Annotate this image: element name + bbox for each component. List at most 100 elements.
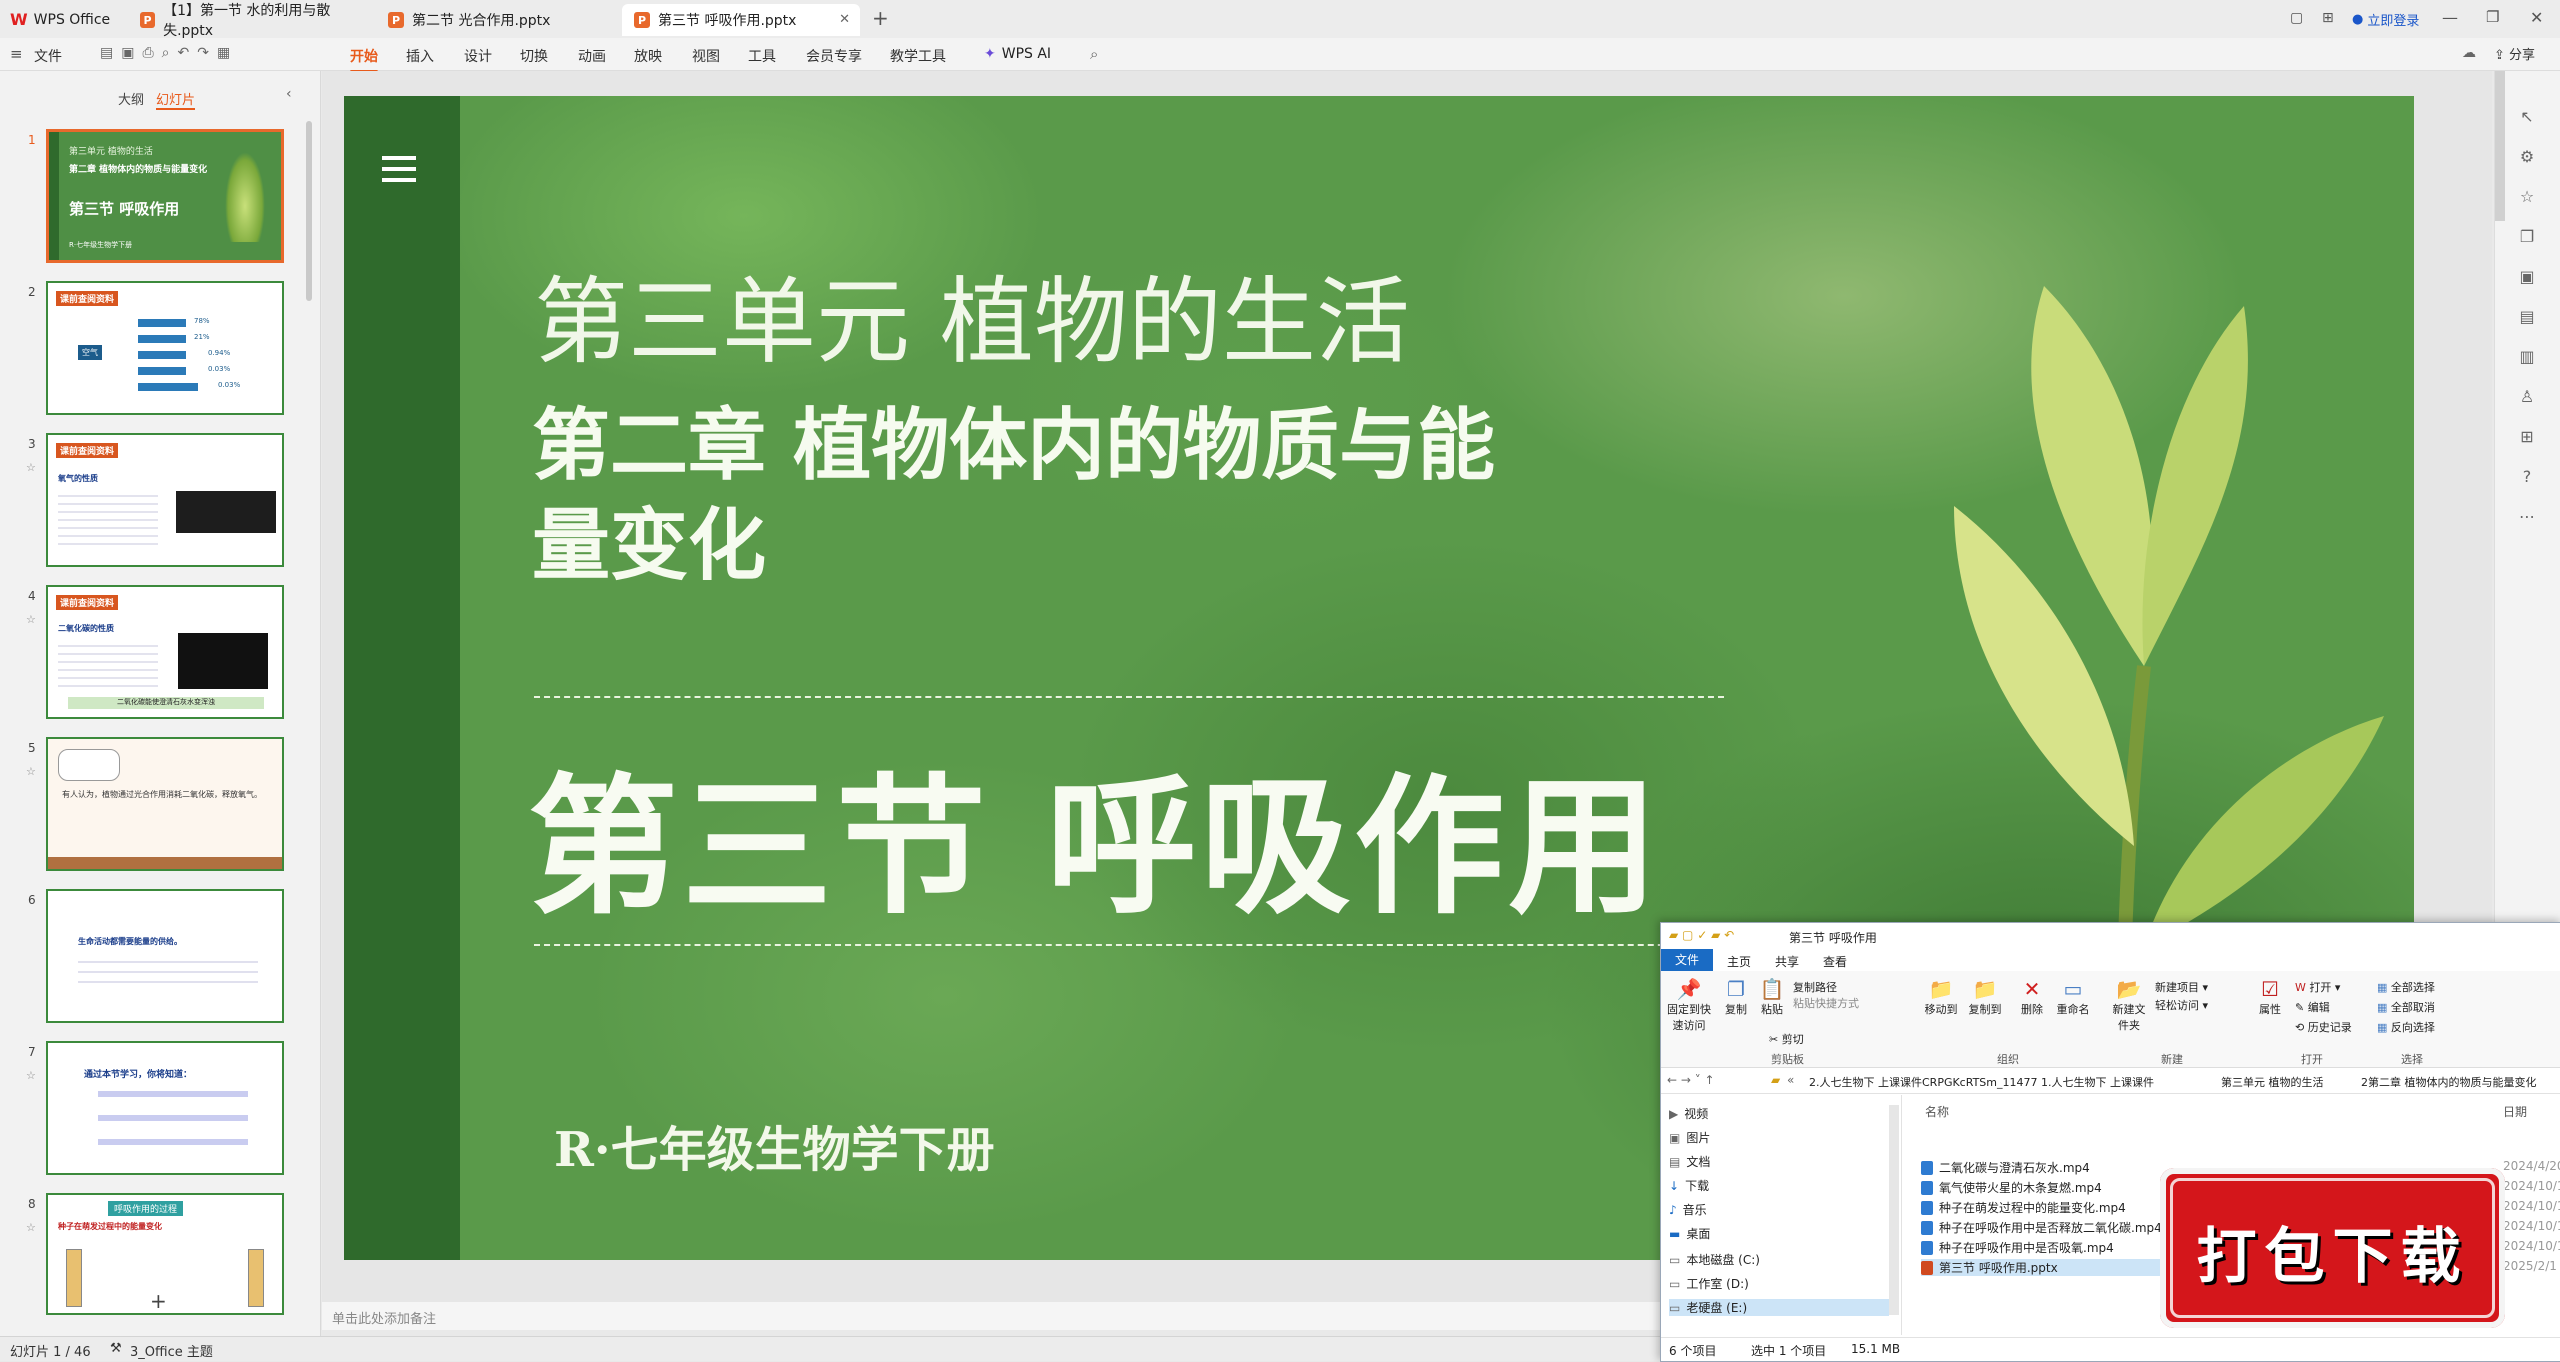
select-all-button[interactable]: ▦ 全部选择 <box>2377 979 2435 995</box>
quick-access-icons[interactable]: ▤▣⎙⌕↶↷▦ <box>100 45 238 61</box>
tab-doc-3[interactable]: P 第三节 呼吸作用.pptx ✕ <box>622 4 860 36</box>
ribbon-tab-home[interactable]: 主页 <box>1727 953 1751 970</box>
slide-thumb-6[interactable]: 生命活动都需要能量的供给。 <box>46 889 284 1023</box>
tab-view[interactable]: 视图 <box>692 46 720 66</box>
slide-thumb-2[interactable]: 课前查阅资料 空气 78% 21% 0.94% 0.03% 0.03% <box>46 281 284 415</box>
file-row[interactable]: 种子在呼吸作用中是否吸氧.mp4 <box>1921 1239 2114 1256</box>
add-slide-button[interactable]: + <box>150 1289 167 1313</box>
cut-button[interactable]: ✂ 剪切 <box>1769 1031 1804 1047</box>
theme-name[interactable]: 3_Office 主题 <box>130 1341 213 1360</box>
slide-thumb-5[interactable]: 有人认为，植物通过光合作用消耗二氧化碳，释放氧气。 <box>46 737 284 871</box>
breadcrumb-1[interactable]: 2.人七生物下 上课课件CRPGKcRTSm_11477 <box>1809 1074 2038 1090</box>
nav-drive-d[interactable]: ▭ 工作室 (D:) <box>1669 1275 1749 1292</box>
copy-button[interactable]: ❐ 复制 <box>1721 977 1751 1017</box>
nav-arrows-icon[interactable]: ← → ˅ ↑ <box>1667 1073 1715 1087</box>
star-icon[interactable]: ☆ <box>26 765 36 778</box>
paste-shortcut-button[interactable]: 粘贴快捷方式 <box>1793 995 1859 1011</box>
file-row[interactable]: 氧气使带火星的木条复燃.mp4 <box>1921 1179 2102 1196</box>
easy-access-button[interactable]: 轻松访问 ▾ <box>2155 997 2208 1013</box>
star-icon[interactable]: ☆ <box>26 1221 36 1234</box>
slide-thumb-3[interactable]: 课前查阅资料 氧气的性质 <box>46 433 284 567</box>
star-icon[interactable]: ☆ <box>2517 187 2537 207</box>
tab-doc-1[interactable]: P 【1】第一节 水的利用与散失.pptx <box>128 3 368 39</box>
tab-transition[interactable]: 切换 <box>520 46 548 66</box>
download-badge[interactable]: 打包下载 <box>2160 1168 2505 1328</box>
tab-design[interactable]: 设计 <box>464 46 492 66</box>
breadcrumb-4[interactable]: 2第二章 植物体内的物质与能量变化 <box>2361 1074 2537 1090</box>
copy-to-button[interactable]: 📁 复制到 <box>1965 977 2005 1017</box>
copy-path-button[interactable]: 复制路径 <box>1793 979 1837 995</box>
tab-outline[interactable]: 大纲 <box>118 89 144 108</box>
tab-slideshow[interactable]: 放映 <box>634 46 662 66</box>
col-date-header[interactable]: 日期 <box>2503 1103 2527 1120</box>
col-name-header[interactable]: 名称 <box>1925 1103 1949 1120</box>
open-button[interactable]: W 打开 ▾ <box>2295 979 2340 995</box>
rename-button[interactable]: ▭ 重命名 <box>2053 977 2093 1017</box>
tab-slides[interactable]: 幻灯片 <box>156 89 196 110</box>
book-icon[interactable]: ▥ <box>2517 347 2537 367</box>
select-icon[interactable]: ↖ <box>2517 107 2537 127</box>
breadcrumb-3[interactable]: 第三单元 植物的生活 <box>2221 1074 2324 1090</box>
login-button[interactable]: ● 立即登录 <box>2352 10 2419 29</box>
file-menu[interactable]: 文件 <box>34 46 62 66</box>
edit-button[interactable]: ✎ 编辑 <box>2295 999 2330 1015</box>
star-icon[interactable]: ☆ <box>26 1069 36 1082</box>
tab-tools[interactable]: 工具 <box>748 46 776 66</box>
history-button[interactable]: ⟲ 历史记录 <box>2295 1019 2352 1035</box>
file-row[interactable]: 二氧化碳与澄清石灰水.mp4 <box>1921 1159 2090 1176</box>
image-icon[interactable]: ▣ <box>2517 267 2537 287</box>
breadcrumb-2[interactable]: 1.人七生物下 上课课件 <box>2041 1074 2154 1090</box>
move-to-button[interactable]: 📁 移动到 <box>1921 977 1961 1017</box>
slide-thumb-4[interactable]: 课前查阅资料 二氧化碳的性质 二氧化碳能使澄清石灰水变浑浊 <box>46 585 284 719</box>
properties-button[interactable]: ☑ 属性 <box>2255 977 2285 1017</box>
grid-icon[interactable]: ⊞ <box>2517 427 2537 447</box>
close-icon[interactable]: ✕ <box>839 12 850 27</box>
vertical-scrollbar[interactable] <box>2495 71 2505 221</box>
tab-start[interactable]: 开始 <box>350 46 378 73</box>
nav-pictures[interactable]: ▣ 图片 <box>1669 1129 1710 1146</box>
star-icon[interactable]: ☆ <box>26 613 36 626</box>
window-icon[interactable]: ▢ <box>2290 10 2303 26</box>
ribbon-tab-file[interactable]: 文件 <box>1661 949 1713 971</box>
nav-drive-c[interactable]: ▭ 本地磁盘 (C:) <box>1669 1251 1760 1268</box>
hamburger-icon[interactable]: ≡ <box>10 45 23 63</box>
new-folder-button[interactable]: 📂 新建文件夹 <box>2109 977 2149 1033</box>
invert-button[interactable]: ▦ 反向选择 <box>2377 1019 2435 1035</box>
paste-button[interactable]: 📋 粘贴 <box>1757 977 1787 1017</box>
address-bar[interactable]: ← → ˅ ↑ ▰ « 2.人七生物下 上课课件CRPGKcRTSm_11477… <box>1661 1069 2560 1094</box>
slide-thumb-1[interactable]: 第三单元 植物的生活 第二章 植物体内的物质与能量变化 第三节 呼吸作用 R·七… <box>46 129 284 263</box>
share-button[interactable]: ⇪ 分享 <box>2494 44 2535 63</box>
nav-music[interactable]: ♪ 音乐 <box>1669 1201 1707 1218</box>
nav-drive-e[interactable]: ▭ 老硬盘 (E:) <box>1669 1299 1889 1316</box>
new-item-button[interactable]: 新建项目 ▾ <box>2155 979 2208 995</box>
restore-icon[interactable]: ❐ <box>2486 8 2499 26</box>
shirt-icon[interactable]: ♙ <box>2517 387 2537 407</box>
nav-scrollbar[interactable] <box>1889 1105 1899 1315</box>
pin-button[interactable]: 📌 固定到快速访问 <box>1667 977 1711 1033</box>
panel-scrollbar[interactable] <box>306 121 312 301</box>
apps-icon[interactable]: ⊞ <box>2322 10 2334 26</box>
ribbon-tab-share[interactable]: 共享 <box>1775 953 1799 970</box>
help-icon[interactable]: ? <box>2517 467 2537 487</box>
delete-button[interactable]: ✕ 删除 <box>2017 977 2047 1017</box>
layout-icon[interactable]: ▤ <box>2517 307 2537 327</box>
file-row-selected[interactable]: 第三节 呼吸作用.pptx <box>1921 1259 2161 1276</box>
nav-documents[interactable]: ▤ 文档 <box>1669 1153 1710 1170</box>
breadcrumb-overflow[interactable]: « <box>1787 1073 1794 1087</box>
file-row[interactable]: 种子在呼吸作用中是否释放二氧化碳.mp4 <box>1921 1219 2162 1236</box>
tab-member[interactable]: 会员专享 <box>806 46 862 66</box>
cloud-icon[interactable]: ☁ <box>2462 45 2476 61</box>
nav-desktop[interactable]: ▬ 桌面 <box>1669 1225 1710 1242</box>
nav-downloads[interactable]: ↓ 下载 <box>1669 1177 1709 1194</box>
file-row[interactable]: 种子在萌发过程中的能量变化.mp4 <box>1921 1199 2126 1216</box>
slide-thumb-7[interactable]: 通过本节学习，你将知道： <box>46 1041 284 1175</box>
copy-icon[interactable]: ❐ <box>2517 227 2537 247</box>
select-none-button[interactable]: ▦ 全部取消 <box>2377 999 2435 1015</box>
tab-insert[interactable]: 插入 <box>406 46 434 66</box>
tab-doc-2[interactable]: P 第二节 光合作用.pptx <box>376 4 616 36</box>
search-icon[interactable]: ⌕ <box>1090 45 1098 63</box>
wps-ai-button[interactable]: ✦ WPS AI <box>984 46 1051 62</box>
new-tab-icon[interactable]: + <box>872 6 889 30</box>
tab-teaching[interactable]: 教学工具 <box>890 46 946 66</box>
tab-animation[interactable]: 动画 <box>578 46 606 66</box>
